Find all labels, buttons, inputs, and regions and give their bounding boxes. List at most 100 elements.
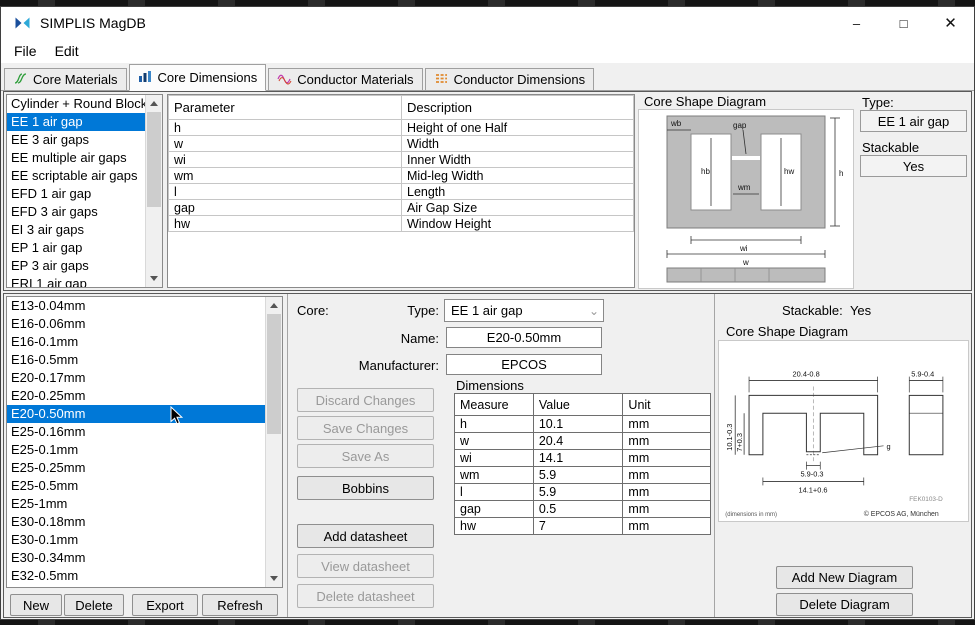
list-item[interactable]: E16-0.5mm: [7, 351, 265, 369]
table-row: wm5.9mm: [455, 467, 711, 484]
save-as-button[interactable]: Save As: [297, 444, 434, 468]
list-item[interactable]: E25-1mm: [7, 495, 265, 513]
shape-list-scrollbar[interactable]: [145, 95, 162, 287]
new-button[interactable]: New: [10, 594, 62, 616]
tab-bar: Core Materials Core Dimensions Conductor…: [1, 63, 974, 91]
scrollbar-thumb[interactable]: [267, 314, 281, 434]
core-label: Core:: [297, 303, 329, 318]
list-item[interactable]: E25-0.16mm: [7, 423, 265, 441]
tab-conductor-materials[interactable]: Conductor Materials: [268, 68, 422, 91]
list-item[interactable]: E25-0.5mm: [7, 477, 265, 495]
add-new-diagram-button[interactable]: Add New Diagram: [776, 566, 913, 589]
maximize-button[interactable]: □: [880, 7, 927, 39]
list-item[interactable]: EI 3 air gaps: [7, 221, 145, 239]
window-controls: – □ ✕: [833, 7, 974, 39]
tab-label: Core Materials: [33, 72, 118, 87]
list-item[interactable]: EE multiple air gaps: [7, 149, 145, 167]
tab-core-materials[interactable]: Core Materials: [4, 68, 127, 91]
svg-text:(dimensions in mm): (dimensions in mm): [725, 512, 777, 518]
list-item[interactable]: E16-0.1mm: [7, 333, 265, 351]
stackable-status-value: Yes: [850, 303, 871, 318]
list-item[interactable]: E30-0.34mm: [7, 549, 265, 567]
scroll-down-icon[interactable]: [266, 570, 282, 587]
type-label: Type:: [862, 95, 894, 110]
dimensions-table: Measure Value Unit h10.1mmw20.4mmwi14.1m…: [454, 393, 711, 535]
bobbins-button[interactable]: Bobbins: [297, 476, 434, 500]
manufacturer-field[interactable]: [446, 354, 602, 375]
scrollbar-thumb[interactable]: [147, 112, 161, 207]
list-item[interactable]: E20-0.50mm: [7, 405, 265, 423]
tab-label: Conductor Dimensions: [454, 72, 586, 87]
save-changes-button[interactable]: Save Changes: [297, 416, 434, 440]
tab-conductor-dimensions[interactable]: Conductor Dimensions: [425, 68, 595, 91]
list-item[interactable]: E25-0.25mm: [7, 459, 265, 477]
list-item[interactable]: E20-0.25mm: [7, 387, 265, 405]
svg-text:wm: wm: [737, 183, 751, 192]
table-row: l5.9mm: [455, 484, 711, 501]
list-item[interactable]: EFD 1 air gap: [7, 185, 145, 203]
core-list-items: E13-0.04mmE16-0.06mmE16-0.1mmE16-0.5mmE2…: [7, 297, 265, 587]
list-item[interactable]: EFD 3 air gaps: [7, 203, 145, 221]
list-item[interactable]: EP 3 air gaps: [7, 257, 145, 275]
core-type-dropdown[interactable]: EE 1 air gap ⌄: [444, 299, 604, 322]
list-item[interactable]: E32-0.5mm: [7, 567, 265, 585]
add-datasheet-button[interactable]: Add datasheet: [297, 524, 434, 548]
core-dimensions-icon: [138, 70, 153, 86]
refresh-button[interactable]: Refresh: [202, 594, 278, 616]
table-row: wiInner Width: [169, 152, 634, 168]
list-item[interactable]: E30-0.18mm: [7, 513, 265, 531]
svg-text:w: w: [742, 258, 749, 267]
minimize-button[interactable]: –: [833, 7, 880, 39]
list-item[interactable]: E20-0.17mm: [7, 369, 265, 387]
table-row: w20.4mm: [455, 433, 711, 450]
column-header-parameter: Parameter: [169, 96, 402, 120]
delete-button[interactable]: Delete: [64, 594, 124, 616]
parameter-table: Parameter Description hHeight of one Hal…: [168, 95, 634, 232]
delete-diagram-button[interactable]: Delete Diagram: [776, 593, 913, 616]
list-item[interactable]: E16-0.06mm: [7, 315, 265, 333]
list-item[interactable]: EP 1 air gap: [7, 239, 145, 257]
stackable-label: Stackable: [862, 140, 919, 155]
list-item[interactable]: E13-0.04mm: [7, 297, 265, 315]
list-item[interactable]: EE 3 air gaps: [7, 131, 145, 149]
core-listbox: E13-0.04mmE16-0.06mmE16-0.1mmE16-0.5mmE2…: [6, 296, 283, 588]
list-item[interactable]: E30-0.1mm: [7, 531, 265, 549]
scroll-down-icon[interactable]: [146, 270, 162, 287]
list-item[interactable]: EE 1 air gap: [7, 113, 145, 131]
list-item[interactable]: Cylinder + Round Block: [7, 95, 145, 113]
manufacturer-label: Manufacturer:: [304, 358, 439, 373]
tab-core-dimensions[interactable]: Core Dimensions: [129, 64, 267, 91]
menu-file[interactable]: File: [5, 41, 46, 61]
export-button[interactable]: Export: [132, 594, 198, 616]
delete-datasheet-button[interactable]: Delete datasheet: [297, 584, 434, 608]
name-label: Name:: [344, 331, 439, 346]
core-shape-diagram-group: Core Shape Diagram wb gap hb: [638, 94, 856, 290]
scroll-up-icon[interactable]: [146, 95, 162, 112]
titlebar: SIMPLIS MagDB – □ ✕: [1, 7, 974, 39]
svg-text:gap: gap: [733, 121, 747, 130]
core-editor-panel: E13-0.04mmE16-0.06mmE16-0.1mmE16-0.5mmE2…: [3, 293, 972, 618]
view-datasheet-button[interactable]: View datasheet: [297, 554, 434, 578]
conductor-dimensions-icon: [434, 72, 449, 88]
table-row: hwWindow Height: [169, 216, 634, 232]
scroll-up-icon[interactable]: [266, 297, 282, 314]
list-item[interactable]: ERI 1 air gap: [7, 275, 145, 287]
table-row: gap0.5mm: [455, 501, 711, 518]
column-header-value: Value: [533, 394, 623, 416]
name-field[interactable]: [446, 327, 602, 348]
discard-changes-button[interactable]: Discard Changes: [297, 388, 434, 412]
close-button[interactable]: ✕: [927, 7, 974, 39]
svg-text:5.9-0.4: 5.9-0.4: [911, 370, 934, 379]
core-shape-listbox: Cylinder + Round BlockEE 1 air gapEE 3 a…: [6, 94, 163, 288]
stackable-status: Stackable: Yes: [782, 303, 871, 318]
svg-text:h: h: [839, 169, 843, 178]
parameter-table-container: Parameter Description hHeight of one Hal…: [167, 94, 635, 288]
core-list-scrollbar[interactable]: [265, 297, 282, 587]
divider: [287, 294, 288, 617]
menu-edit[interactable]: Edit: [46, 41, 88, 61]
svg-text:20.4-0.8: 20.4-0.8: [793, 370, 820, 379]
menubar: File Edit: [1, 39, 974, 63]
list-item[interactable]: E25-0.1mm: [7, 441, 265, 459]
table-row: hw7mm: [455, 518, 711, 535]
list-item[interactable]: EE scriptable air gaps: [7, 167, 145, 185]
